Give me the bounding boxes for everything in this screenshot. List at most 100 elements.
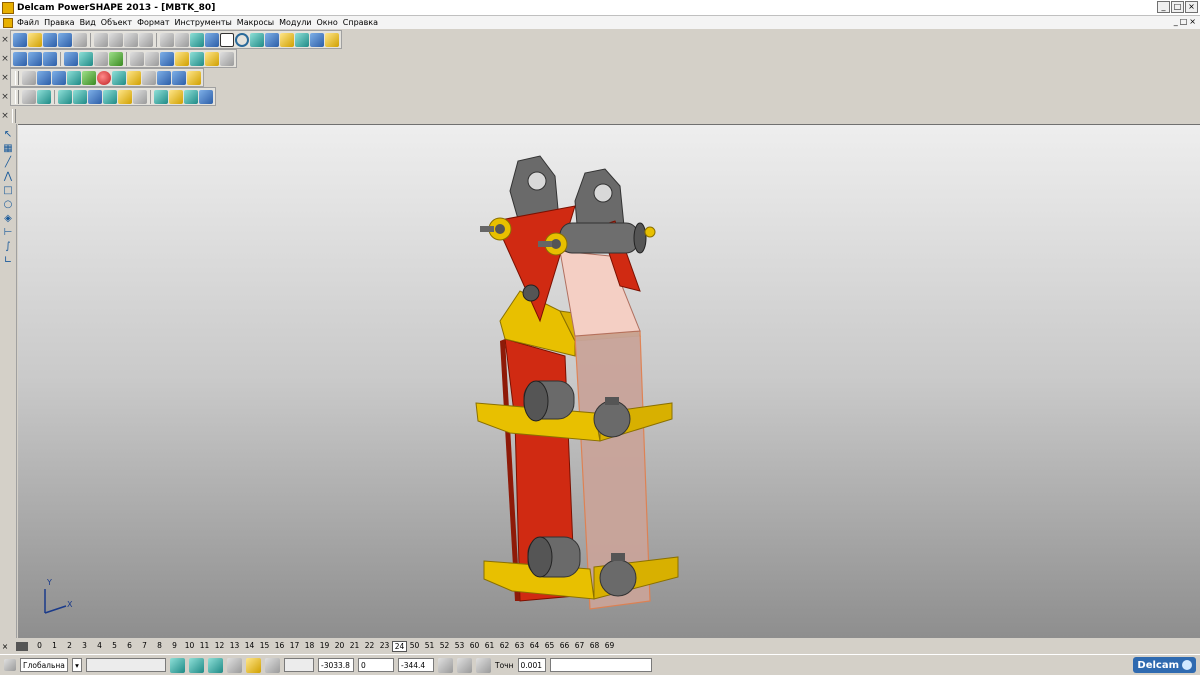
app-icon[interactable] bbox=[2, 1, 14, 14]
undo-icon[interactable] bbox=[160, 32, 174, 47]
solid-feature-icon[interactable] bbox=[118, 89, 132, 104]
toolbar-grip[interactable] bbox=[15, 89, 19, 104]
redo-icon[interactable] bbox=[175, 32, 189, 47]
zoom-out-icon[interactable] bbox=[109, 51, 123, 66]
menu-object[interactable]: Объект bbox=[100, 18, 136, 27]
box-icon[interactable] bbox=[127, 70, 141, 85]
toolbar-grip[interactable] bbox=[15, 70, 19, 85]
mdi-restore-button[interactable]: □ bbox=[1180, 17, 1188, 26]
text-icon[interactable] bbox=[265, 32, 279, 47]
circle-tool-icon[interactable]: ○ bbox=[2, 198, 14, 210]
save-as-icon[interactable] bbox=[58, 32, 72, 47]
solid-boolean-icon[interactable] bbox=[154, 89, 168, 104]
model-icon[interactable] bbox=[52, 70, 66, 85]
layers-icon[interactable] bbox=[310, 32, 324, 47]
surface-icon[interactable] bbox=[280, 32, 294, 47]
solid-blend-icon[interactable] bbox=[103, 89, 117, 104]
copy-icon[interactable] bbox=[109, 32, 123, 47]
menu-help[interactable]: Справка bbox=[342, 18, 382, 27]
select-icon[interactable] bbox=[220, 32, 234, 47]
view-wire-icon[interactable] bbox=[79, 51, 93, 66]
zoom-in-icon[interactable] bbox=[94, 51, 108, 66]
dimension-icon[interactable]: ⊢ bbox=[2, 226, 14, 238]
solid-icon[interactable] bbox=[295, 32, 309, 47]
mdi-minimize-button[interactable]: _ bbox=[1174, 17, 1178, 26]
menu-macros[interactable]: Макросы bbox=[236, 18, 278, 27]
view-side-icon[interactable] bbox=[43, 51, 57, 66]
solid-box-icon[interactable] bbox=[58, 89, 72, 104]
cut-icon[interactable] bbox=[94, 32, 108, 47]
arc-icon[interactable] bbox=[250, 32, 264, 47]
mdi-close-button[interactable]: × bbox=[1189, 17, 1196, 26]
render-icon[interactable] bbox=[190, 51, 204, 66]
calc-icon[interactable] bbox=[457, 657, 472, 673]
level-item[interactable]: 10 bbox=[182, 641, 197, 652]
plane-icon[interactable]: ▦ bbox=[2, 142, 14, 154]
level-item[interactable]: 61 bbox=[482, 641, 497, 652]
measure-icon[interactable] bbox=[190, 32, 204, 47]
menu-format[interactable]: Формат bbox=[136, 18, 173, 27]
paste-icon[interactable] bbox=[124, 32, 138, 47]
level-item[interactable]: 24 bbox=[392, 641, 407, 652]
document-icon[interactable] bbox=[3, 17, 13, 28]
zoom-all-icon[interactable] bbox=[130, 51, 144, 66]
level-item[interactable]: 12 bbox=[212, 641, 227, 652]
level-item[interactable]: 3 bbox=[77, 641, 92, 652]
level-item[interactable]: 17 bbox=[287, 641, 302, 652]
solid-tool-icon[interactable]: ◈ bbox=[2, 212, 14, 224]
workplane-select[interactable]: Глобальна bbox=[20, 658, 68, 672]
pan-icon[interactable] bbox=[145, 51, 159, 66]
minimize-button[interactable]: _ bbox=[1157, 1, 1170, 13]
workplane-dropdown[interactable]: ▾ bbox=[72, 658, 82, 672]
axis-icon[interactable] bbox=[205, 32, 219, 47]
circle-icon[interactable] bbox=[235, 32, 249, 47]
level-item[interactable]: 18 bbox=[302, 641, 317, 652]
solid-shell-icon[interactable] bbox=[133, 89, 147, 104]
level-manager-icon[interactable] bbox=[16, 642, 28, 651]
grid-icon[interactable] bbox=[142, 70, 156, 85]
solid-tree-icon[interactable] bbox=[169, 89, 183, 104]
level-item[interactable]: 8 bbox=[152, 641, 167, 652]
close-button[interactable]: × bbox=[1185, 1, 1198, 13]
level-item[interactable]: 63 bbox=[512, 641, 527, 652]
level-icon[interactable] bbox=[22, 70, 36, 85]
doc-icon[interactable] bbox=[37, 70, 51, 85]
solid-history-icon[interactable] bbox=[184, 89, 198, 104]
level-item[interactable]: 16 bbox=[272, 641, 287, 652]
maximize-button[interactable]: □ bbox=[1171, 1, 1184, 13]
surface-icon[interactable] bbox=[22, 89, 36, 104]
open-icon[interactable] bbox=[28, 32, 42, 47]
layers-icon[interactable] bbox=[157, 70, 171, 85]
shade-icon[interactable] bbox=[175, 51, 189, 66]
level-item[interactable]: 60 bbox=[467, 641, 482, 652]
toolbar-grip[interactable] bbox=[12, 108, 16, 123]
rectangle-icon[interactable]: □ bbox=[2, 184, 14, 196]
solid-revolve-icon[interactable] bbox=[88, 89, 102, 104]
cube-icon[interactable] bbox=[172, 70, 186, 85]
snap-point-icon[interactable] bbox=[208, 657, 223, 673]
level-item[interactable]: 65 bbox=[542, 641, 557, 652]
level-item[interactable]: 15 bbox=[257, 641, 272, 652]
level-item[interactable]: 13 bbox=[227, 641, 242, 652]
level-item[interactable]: 23 bbox=[377, 641, 392, 652]
level-item[interactable]: 11 bbox=[197, 641, 212, 652]
level-item[interactable]: 64 bbox=[527, 641, 542, 652]
hand-icon[interactable] bbox=[220, 51, 234, 66]
level-item[interactable]: 9 bbox=[167, 641, 182, 652]
toolbar-close-icon[interactable]: × bbox=[0, 35, 10, 45]
coord-x-field[interactable]: -3033.8 bbox=[318, 658, 354, 672]
coord-z-field[interactable]: -344.4 bbox=[398, 658, 434, 672]
view-front-icon[interactable] bbox=[28, 51, 42, 66]
workplane-icon[interactable] bbox=[4, 659, 16, 671]
shade-green-icon[interactable] bbox=[82, 70, 96, 85]
construct-icon[interactable] bbox=[246, 657, 261, 673]
grid-toggle-icon[interactable] bbox=[265, 657, 280, 673]
level-item[interactable]: 51 bbox=[422, 641, 437, 652]
coord-mode-icon[interactable] bbox=[438, 657, 453, 673]
toolpath-icon[interactable] bbox=[187, 70, 201, 85]
save-icon[interactable] bbox=[43, 32, 57, 47]
level-item[interactable]: 22 bbox=[362, 641, 377, 652]
wizard-icon[interactable] bbox=[325, 32, 339, 47]
view-top-icon[interactable] bbox=[13, 51, 27, 66]
toolbar-close-icon[interactable]: × bbox=[0, 111, 10, 121]
